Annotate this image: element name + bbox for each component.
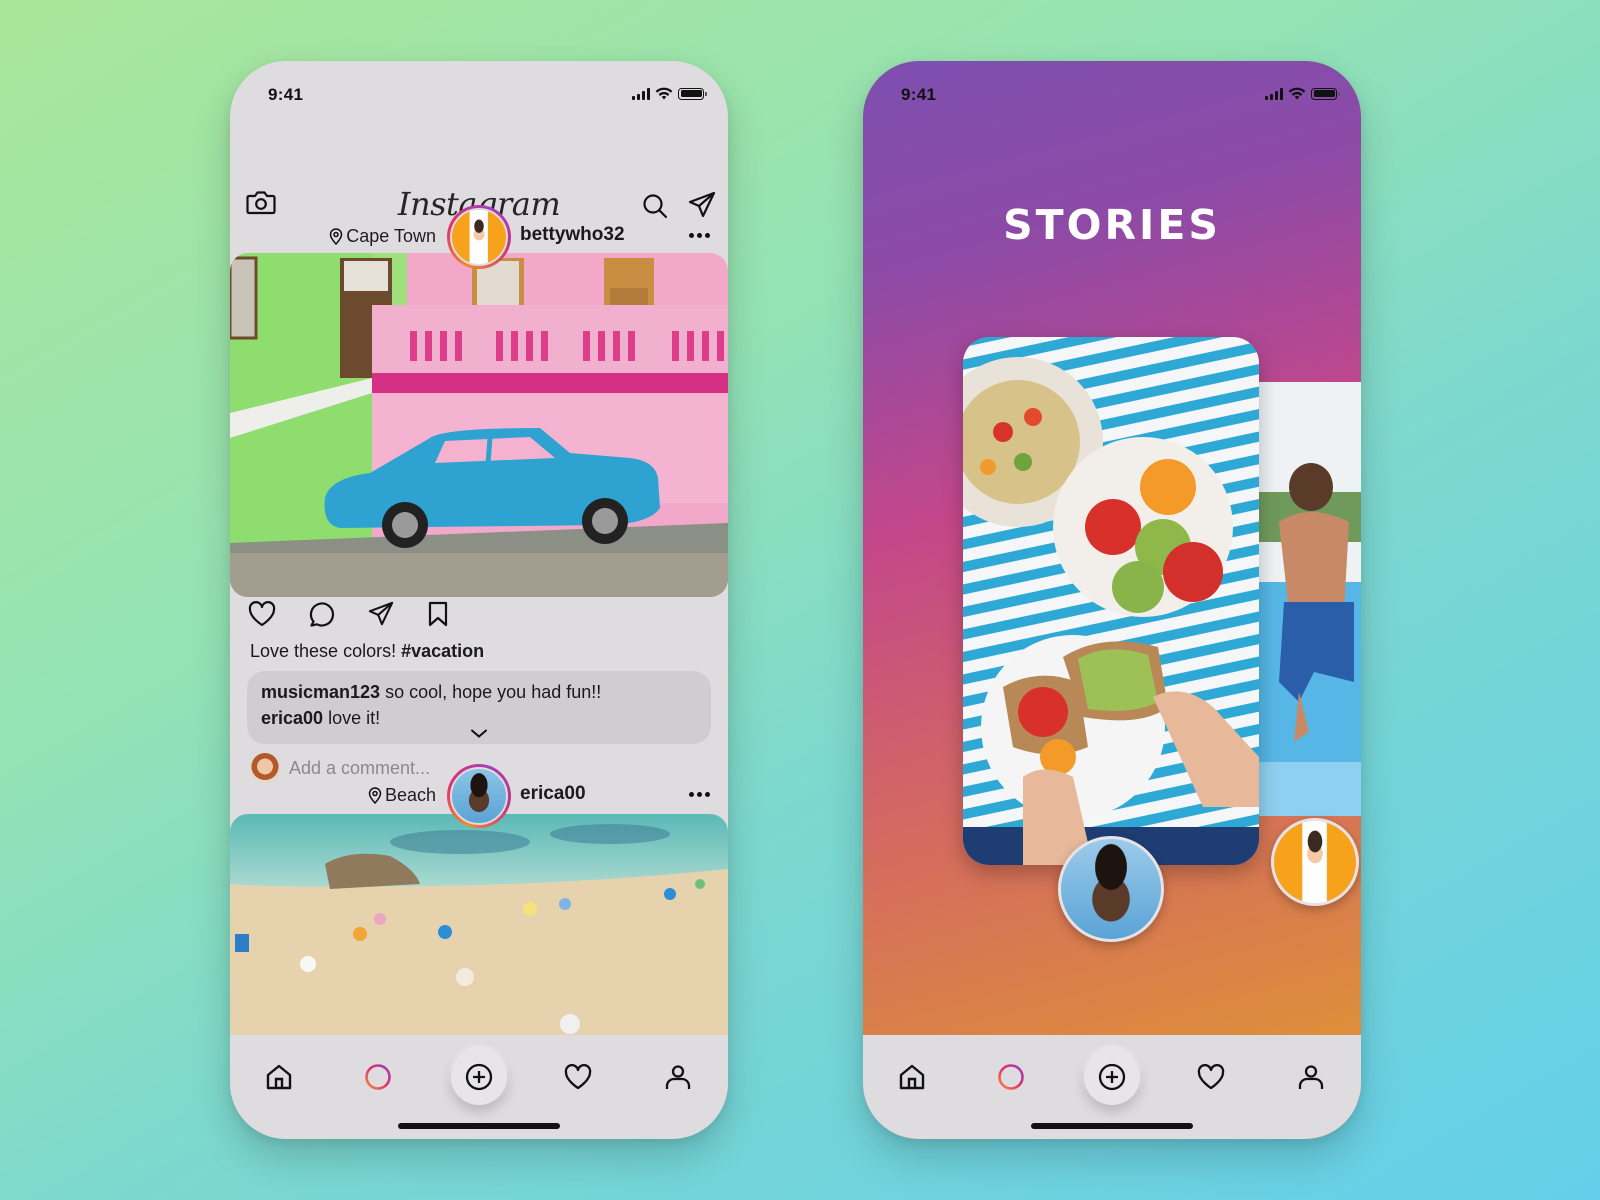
comment-row: erica00 love it!: [261, 705, 697, 731]
signal-icon: [1265, 87, 1283, 100]
tab-stories[interactable]: [991, 1057, 1031, 1097]
tab-activity[interactable]: [558, 1057, 598, 1097]
status-icons: [1265, 87, 1340, 100]
tab-profile[interactable]: [1291, 1057, 1331, 1097]
status-time: 9:41: [901, 85, 937, 104]
share-icon[interactable]: [368, 601, 394, 627]
status-bar: 9:41: [230, 75, 728, 115]
heart-icon: [1197, 1064, 1225, 1090]
comment-username[interactable]: erica00: [261, 708, 323, 728]
caption-hashtag[interactable]: #vacation: [401, 641, 484, 661]
beach-photo: [230, 814, 728, 1054]
battery-icon: [1311, 87, 1340, 100]
post-location[interactable]: Beach: [368, 785, 436, 806]
heart-icon: [564, 1064, 592, 1090]
caption-text: Love these colors!: [250, 641, 397, 661]
post-caption: Love these colors! #vacation: [250, 641, 484, 662]
story-avatar-erica00[interactable]: [1058, 836, 1164, 942]
food-table-photo: [963, 337, 1259, 865]
home-indicator[interactable]: [1031, 1123, 1193, 1129]
tab-bar: [863, 1035, 1361, 1139]
home-icon: [899, 1064, 925, 1090]
more-options-icon[interactable]: [689, 792, 710, 797]
post-username[interactable]: bettywho32: [520, 224, 625, 246]
wifi-icon: [655, 87, 673, 100]
status-icons: [632, 87, 707, 100]
stories-ring-icon: [998, 1064, 1024, 1090]
tab-home[interactable]: [259, 1057, 299, 1097]
add-post-icon: [465, 1063, 493, 1091]
stories-ring-icon: [365, 1064, 391, 1090]
location-label: Beach: [384, 785, 436, 805]
profile-icon: [1298, 1065, 1324, 1089]
tab-profile[interactable]: [658, 1057, 698, 1097]
location-pin-icon: [330, 228, 343, 245]
location-pin-icon: [368, 787, 382, 804]
post-username[interactable]: erica00: [520, 783, 586, 805]
tab-home[interactable]: [892, 1057, 932, 1097]
cape-town-photo: [230, 253, 728, 597]
comment-icon[interactable]: [309, 601, 335, 627]
like-heart-icon[interactable]: [248, 601, 276, 627]
more-options-icon[interactable]: [689, 233, 710, 238]
tab-add-post[interactable]: [451, 1049, 507, 1105]
tab-stories[interactable]: [358, 1057, 398, 1097]
comment-text: so cool, hope you had fun!!: [385, 682, 602, 702]
chevron-down-icon[interactable]: [470, 729, 488, 738]
tab-activity[interactable]: [1191, 1057, 1231, 1097]
stories-title: STORIES: [1003, 201, 1221, 249]
signal-icon: [632, 87, 650, 100]
post-photo[interactable]: [230, 814, 728, 1054]
pool-jump-photo: [1259, 382, 1361, 816]
story-avatar-bettywho32[interactable]: [1271, 818, 1359, 906]
location-label: Cape Town: [346, 226, 436, 246]
post-actions: [248, 601, 449, 627]
feed-phone: 9:41 Instagram Cape Town bettywho32 Love…: [230, 61, 728, 1139]
story-card-current[interactable]: [963, 337, 1259, 865]
battery-icon: [678, 87, 707, 100]
comment-username[interactable]: musicman123: [261, 682, 380, 702]
add-post-icon: [1098, 1063, 1126, 1091]
profile-icon: [665, 1065, 691, 1089]
post-location[interactable]: Cape Town: [329, 226, 436, 247]
comments-box: musicman123 so cool, hope you had fun!! …: [247, 671, 711, 744]
comment-row: musicman123 so cool, hope you had fun!!: [261, 679, 697, 705]
stories-phone: 9:41 STORIES: [863, 61, 1361, 1139]
post-avatar[interactable]: [447, 205, 511, 269]
home-icon: [266, 1064, 292, 1090]
post-avatar[interactable]: [447, 764, 511, 828]
bookmark-icon[interactable]: [427, 601, 449, 627]
wifi-icon: [1288, 87, 1306, 100]
post-photo[interactable]: [230, 253, 728, 597]
status-bar: 9:41: [863, 75, 1361, 115]
home-indicator[interactable]: [398, 1123, 560, 1129]
story-card-next[interactable]: [1259, 382, 1361, 816]
tab-add-post[interactable]: [1084, 1049, 1140, 1105]
tab-bar: [230, 1035, 728, 1139]
comment-text: love it!: [328, 708, 381, 728]
status-time: 9:41: [268, 85, 304, 104]
